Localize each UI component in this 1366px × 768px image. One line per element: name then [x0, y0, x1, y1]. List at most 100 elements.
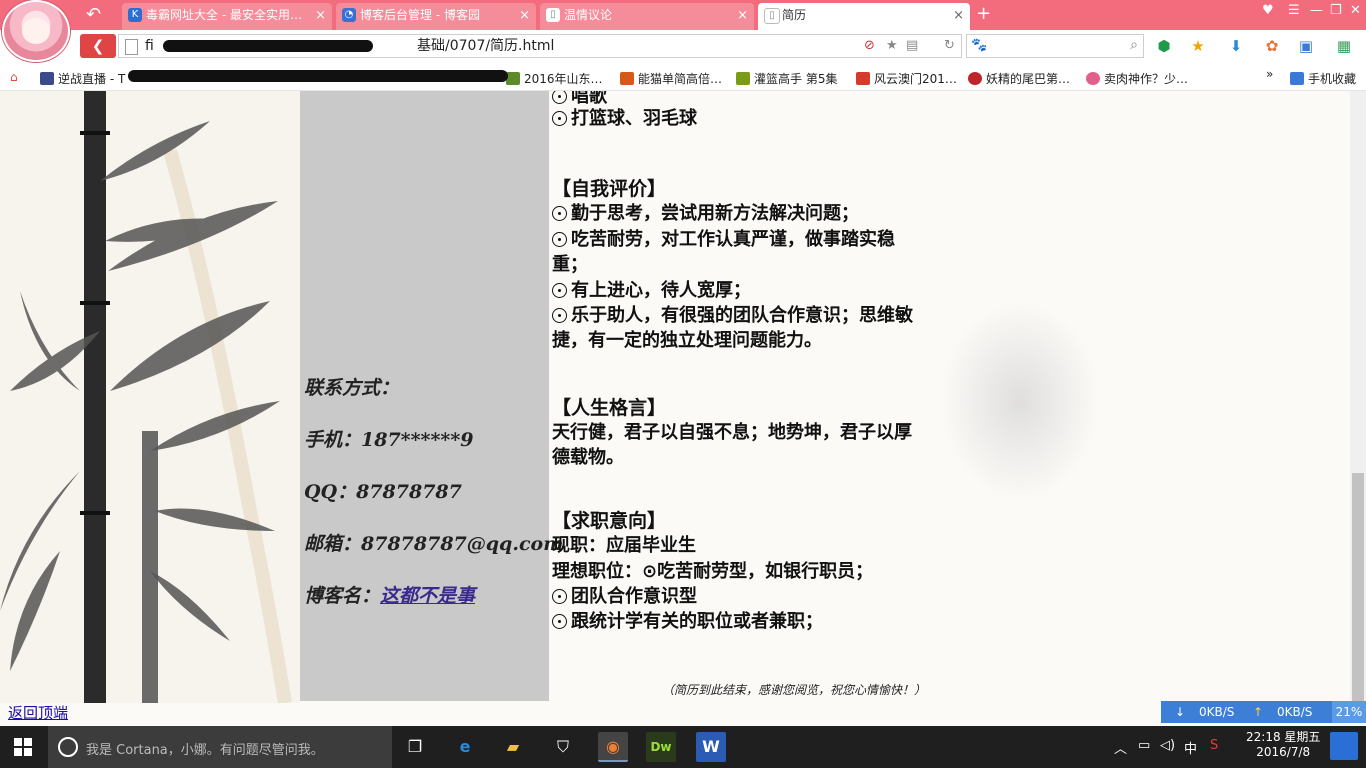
bookmark-item[interactable]: 风云澳门201…: [856, 70, 957, 87]
favorites-icon[interactable]: ★: [1188, 36, 1208, 56]
close-icon[interactable]: ×: [953, 3, 964, 28]
resume-line: 跟统计学有关的职位或者兼职；: [552, 610, 823, 635]
line-text: 跟统计学有关的职位或者兼职；: [571, 611, 823, 632]
bookmark-item[interactable]: 2016年山东…: [506, 70, 603, 87]
ime-indicator[interactable]: 中: [1184, 738, 1197, 757]
browser-icon[interactable]: ◉: [598, 732, 628, 762]
menu-icon[interactable]: ☰: [1288, 3, 1300, 18]
extensions-icon[interactable]: ✿: [1262, 36, 1282, 56]
section-heading: 【自我评价】: [552, 177, 666, 202]
task-view-icon[interactable]: ❐: [400, 732, 430, 762]
store-icon[interactable]: ⛉: [548, 732, 578, 762]
dreamweaver-icon[interactable]: Dw: [646, 732, 676, 762]
explorer-icon[interactable]: ▰: [498, 732, 528, 762]
bookmark-item[interactable]: 能猫单简高倍…: [620, 70, 722, 87]
bookmark-item[interactable]: 妖精的尾巴第…: [968, 70, 1070, 87]
mobile-favorites[interactable]: 手机收藏: [1290, 70, 1356, 87]
tab-resume[interactable]: ▯ 简历 ×: [758, 3, 970, 30]
bookmark-item[interactable]: 卖肉神作？少…: [1086, 70, 1188, 87]
url-text: 基础/0707/简历.html: [417, 38, 555, 54]
clock-weekday: 星期五: [1284, 730, 1321, 744]
bookmark-item[interactable]: 逆战直播 - T: [40, 70, 125, 87]
tab-label: 毒霸网址大全 - 最安全实用…: [146, 8, 302, 22]
heart-icon: [1086, 72, 1100, 85]
new-tab-button[interactable]: +: [976, 3, 991, 24]
minimize-button[interactable]: —: [1310, 3, 1323, 18]
line-text: 捷，有一定的独立处理问题能力。: [552, 330, 822, 351]
resume-line: 打篮球、羽毛球: [552, 107, 697, 132]
cortana-icon: [58, 737, 78, 757]
video-icon: [736, 72, 750, 85]
refresh-icon[interactable]: ↻: [944, 38, 955, 53]
tab-label: 温情议论: [564, 8, 613, 22]
user-avatar[interactable]: [2, 0, 70, 62]
resume-line: 重；: [552, 253, 588, 278]
doc-icon: ▯: [546, 8, 560, 22]
word-icon[interactable]: W: [696, 732, 726, 762]
home-icon[interactable]: ⌂: [10, 70, 18, 84]
reader-icon[interactable]: ▤: [906, 38, 918, 53]
close-icon[interactable]: ×: [315, 3, 326, 28]
volume-icon[interactable]: ◁): [1160, 738, 1175, 753]
tab-label: 简历: [782, 8, 807, 22]
network-speed-widget: ↓ 0KB/S ↑ 0KB/S 21%: [1161, 701, 1366, 723]
search-input[interactable]: 🐾 ⌕: [966, 34, 1144, 58]
scrollbar-thumb[interactable]: [1352, 473, 1364, 701]
resume-line: 团队合作意识型: [552, 585, 697, 610]
windows-start-icon[interactable]: [14, 738, 32, 756]
address-bar[interactable]: fi 基础/0707/简历.html: [118, 34, 962, 58]
back-button[interactable]: ❮: [80, 34, 116, 58]
tab-blog-admin[interactable]: ◔ 博客后台管理 - 博客园 ×: [336, 3, 536, 30]
blog-link[interactable]: 这都不是事: [380, 585, 475, 607]
block-icon[interactable]: ⊘: [864, 38, 875, 53]
bullet-icon: [552, 283, 567, 298]
star-icon[interactable]: ★: [886, 38, 898, 53]
tab-duba[interactable]: K 毒霸网址大全 - 最安全实用… ×: [122, 3, 332, 30]
line-text: 天行健，君子以自强不息；地势坤，君子以厚: [552, 422, 912, 443]
url-prefix: fi: [145, 38, 154, 54]
clock-time: 22:18: [1246, 730, 1281, 744]
sogou-icon[interactable]: S: [1210, 738, 1218, 753]
page-content: 联系方式： 手机：187******9 QQ：87878787 邮箱：87878…: [0, 91, 1366, 725]
screenshot-icon[interactable]: ▣: [1296, 36, 1316, 56]
resume-line: 现职：应届毕业生: [552, 534, 696, 559]
tray-chevron-icon[interactable]: ︿: [1114, 738, 1127, 757]
ink-wash-decoration: [940, 301, 1100, 501]
line-text: 现职：应届毕业生: [552, 535, 696, 556]
folder-icon: [1290, 72, 1304, 85]
notification-icon[interactable]: [1330, 732, 1358, 760]
close-icon[interactable]: ×: [519, 3, 530, 28]
redaction-scribble: [163, 40, 373, 52]
line-text: 重；: [552, 254, 588, 275]
contact-blog: 博客名：这都不是事: [304, 581, 475, 608]
apps-icon[interactable]: ▦: [1334, 36, 1354, 56]
section-heading: 【求职意向】: [552, 509, 666, 534]
shield-icon[interactable]: ⬢: [1154, 36, 1174, 56]
bookmark-item[interactable]: 灌篮高手 第5集: [736, 70, 837, 87]
bullet-icon: [552, 91, 567, 104]
tab-discussion[interactable]: ▯ 温情议论 ×: [540, 3, 754, 30]
close-window-button[interactable]: ✕: [1350, 3, 1361, 18]
resume-line: 捷，有一定的独立处理问题能力。: [552, 329, 822, 354]
line-text: 勤于思考，尝试用新方法解决问题；: [571, 203, 859, 224]
clock[interactable]: 22:18 星期五 2016/7/8: [1246, 730, 1320, 760]
skin-icon[interactable]: ♥: [1262, 3, 1274, 18]
more-bookmarks-icon[interactable]: »: [1266, 67, 1273, 81]
close-icon[interactable]: ×: [737, 3, 748, 28]
search-icon[interactable]: ⌕: [1130, 37, 1138, 53]
edge-icon[interactable]: e: [450, 732, 480, 762]
cortana-search[interactable]: 我是 Cortana，小娜。有问题尽管问我。: [48, 726, 392, 768]
line-text: 吃苦耐劳，对工作认真严谨，做事踏实稳: [571, 229, 895, 250]
network-icon[interactable]: ▭: [1138, 738, 1150, 753]
back-to-top-link[interactable]: 返回顶端: [8, 702, 68, 723]
bullet-icon: [552, 232, 567, 247]
contact-email: 邮箱：87878787@qq.com: [304, 533, 564, 555]
bullet-icon: [552, 308, 567, 323]
download-icon[interactable]: ⬇: [1226, 36, 1246, 56]
resume-line: 勤于思考，尝试用新方法解决问题；: [552, 202, 859, 227]
line-text: 乐于助人，有很强的团队合作意识；思维敏: [571, 305, 913, 326]
avatar-face: [22, 18, 50, 44]
contact-title: 联系方式：: [304, 377, 400, 399]
undo-close-tab-icon[interactable]: ↶: [86, 4, 101, 25]
maximize-button[interactable]: ❐: [1330, 3, 1342, 18]
